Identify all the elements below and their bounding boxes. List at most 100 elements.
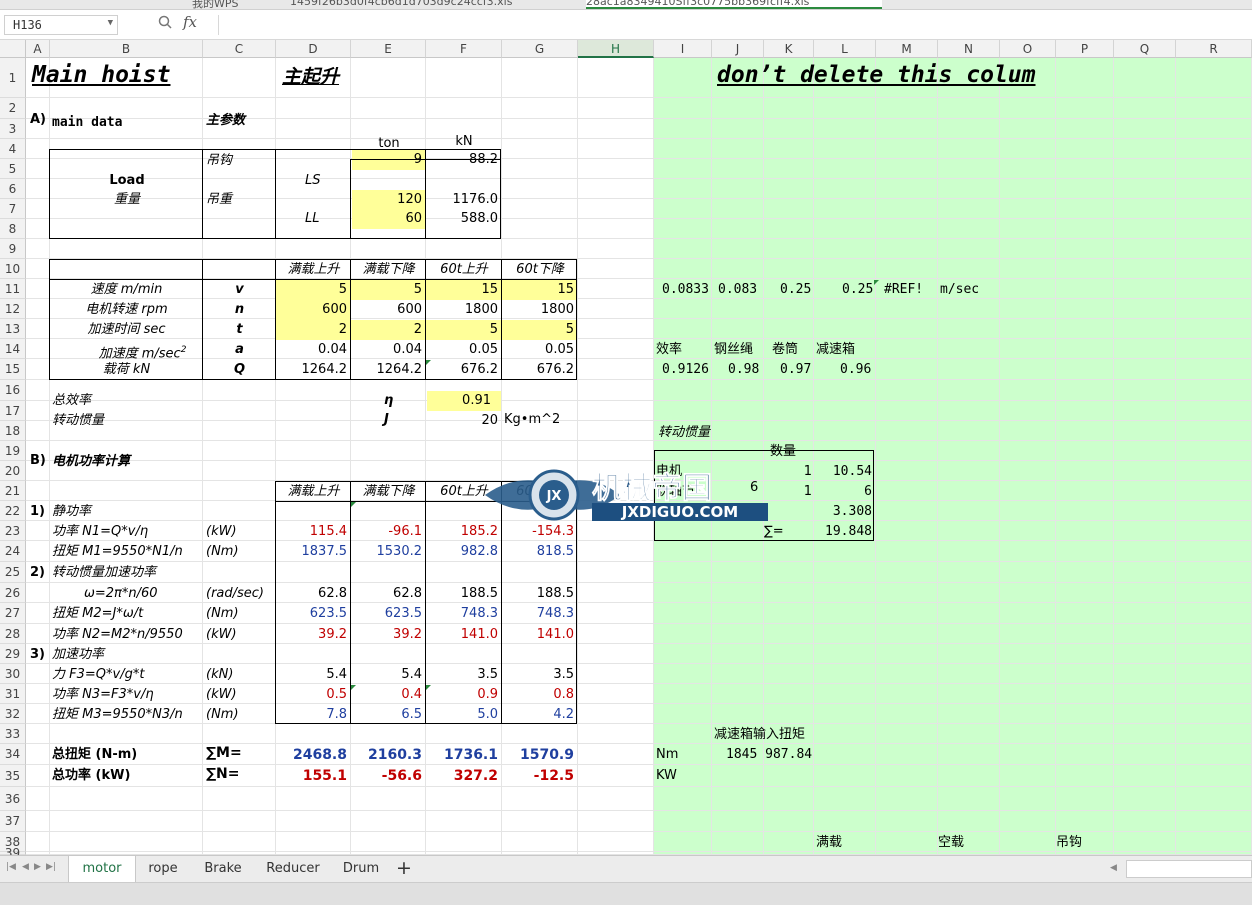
- m2-value-1[interactable]: 623.5: [351, 604, 425, 624]
- n3-value-2[interactable]: 0.9: [426, 685, 501, 705]
- column-header-e[interactable]: E: [351, 40, 426, 58]
- row-header-31[interactable]: 31: [0, 684, 26, 704]
- row-header-22[interactable]: 22: [0, 501, 26, 521]
- column-header-c[interactable]: C: [203, 40, 276, 58]
- row-header-28[interactable]: 28: [0, 624, 26, 644]
- load-label[interactable]: Load: [52, 171, 202, 191]
- m2-unit[interactable]: (Nm): [206, 604, 239, 624]
- helper-r15-1[interactable]: 0.98: [728, 360, 759, 380]
- m2-value-0[interactable]: 623.5: [276, 604, 350, 624]
- p1-value-3[interactable]: -154.3: [502, 522, 577, 542]
- row-header-29[interactable]: 29: [0, 644, 26, 664]
- efficiency-symbol[interactable]: η: [384, 391, 393, 411]
- hook-ton[interactable]: 9: [352, 150, 426, 170]
- static-power-title[interactable]: 静功率: [52, 502, 91, 522]
- row-header-11[interactable]: 11: [0, 279, 26, 299]
- p1-value-2[interactable]: 185.2: [426, 522, 501, 542]
- helper-nm-label[interactable]: Nm: [656, 745, 678, 765]
- row-header-37[interactable]: 37: [0, 811, 26, 832]
- f3-value-2[interactable]: 3.5: [426, 665, 501, 685]
- helper-r11-4[interactable]: #REF!: [884, 280, 923, 300]
- n3-value-1[interactable]: 0.4: [351, 685, 425, 705]
- param-value-4-0[interactable]: 1264.2: [276, 360, 350, 380]
- param-label-1[interactable]: 电机转速 rpm: [50, 300, 203, 320]
- param-label-2[interactable]: 加速时间 sec: [50, 320, 203, 340]
- weight-ton[interactable]: 120: [352, 190, 426, 210]
- inertia-symbol[interactable]: J: [384, 410, 389, 430]
- row-header-32[interactable]: 32: [0, 704, 26, 724]
- m3-value-2[interactable]: 5.0: [426, 705, 501, 725]
- helper-item-name-2[interactable]: 其他: [656, 502, 682, 522]
- param-label-0[interactable]: 速度 m/min: [50, 280, 203, 300]
- main-hoist-title[interactable]: Main hoist: [32, 60, 170, 90]
- ll-ton[interactable]: 60: [352, 209, 426, 229]
- name-box[interactable]: H136 ▼: [4, 15, 118, 35]
- m3-value-1[interactable]: 6.5: [351, 705, 425, 725]
- main-data-cn-label[interactable]: 主参数: [206, 111, 245, 131]
- next-sheet-icon[interactable]: ▶: [34, 862, 41, 872]
- horizontal-scrollbar[interactable]: [1126, 860, 1252, 878]
- param-symbol-0[interactable]: v: [203, 280, 276, 300]
- power-header-3[interactable]: 60t下降: [502, 482, 578, 502]
- row-header-13[interactable]: 13: [0, 319, 26, 339]
- row-header-16[interactable]: 16: [0, 380, 26, 401]
- row-header-4[interactable]: 4: [0, 139, 26, 159]
- inertia-power-num[interactable]: 2): [30, 563, 45, 583]
- helper-r11-2[interactable]: 0.25: [780, 280, 811, 300]
- row-header-27[interactable]: 27: [0, 603, 26, 624]
- total_torque-value-2[interactable]: 1736.1: [426, 745, 501, 765]
- row-header-18[interactable]: 18: [0, 421, 26, 441]
- param-value-3-1[interactable]: 0.04: [351, 340, 425, 360]
- column-header-a[interactable]: A: [26, 40, 50, 58]
- row-header-19[interactable]: 19: [0, 441, 26, 461]
- p1-unit[interactable]: (kW): [206, 522, 237, 542]
- param-symbol-2[interactable]: t: [203, 320, 276, 340]
- w-unit[interactable]: (rad/sec): [206, 584, 264, 604]
- chevron-down-icon[interactable]: ▼: [108, 18, 113, 28]
- param-value-0-0[interactable]: 5: [276, 280, 350, 300]
- param-value-1-3[interactable]: 1800: [502, 300, 577, 320]
- column-header-f[interactable]: F: [426, 40, 502, 58]
- n2-value-0[interactable]: 39.2: [276, 625, 350, 645]
- function-icon[interactable]: fx: [183, 13, 197, 31]
- total_power-value-3[interactable]: -12.5: [502, 766, 577, 786]
- inertia-value[interactable]: 20: [427, 411, 501, 431]
- helper-kw-label[interactable]: KW: [656, 766, 677, 786]
- total_torque-value-0[interactable]: 2468.8: [276, 745, 350, 765]
- m1-value-3[interactable]: 818.5: [502, 542, 577, 562]
- m1-value-1[interactable]: 1530.2: [351, 542, 425, 562]
- param-value-1-0[interactable]: 600: [276, 300, 350, 320]
- helper-item-qty-1[interactable]: 1: [776, 482, 812, 502]
- f3-value-0[interactable]: 5.4: [276, 665, 350, 685]
- first-sheet-icon[interactable]: |◀: [6, 862, 16, 872]
- section-b-label[interactable]: B): [30, 451, 46, 471]
- ll-label[interactable]: LL: [305, 209, 320, 229]
- total_torque-label[interactable]: 总扭矩 (N-m): [52, 745, 137, 765]
- row-header-2[interactable]: 2: [0, 98, 26, 119]
- inertia-unit[interactable]: Kg•m^2: [504, 410, 560, 430]
- helper-torque-title[interactable]: 减速箱输入扭矩: [714, 725, 805, 745]
- row-header-10[interactable]: 10: [0, 259, 26, 279]
- lift-weight-label[interactable]: 吊重: [206, 190, 232, 210]
- w-value-2[interactable]: 188.5: [426, 584, 501, 604]
- param-symbol-3[interactable]: a: [203, 340, 276, 360]
- param-value-1-2[interactable]: 1800: [426, 300, 501, 320]
- p1-label[interactable]: 功率 N1=Q*v/η: [52, 522, 148, 542]
- zoom-icon[interactable]: [158, 15, 172, 33]
- param-value-2-0[interactable]: 2: [276, 320, 350, 340]
- efficiency-value[interactable]: 0.91: [427, 391, 501, 411]
- row-header-20[interactable]: 20: [0, 461, 26, 481]
- param-header-3[interactable]: 60t下降: [502, 260, 578, 280]
- helper-r38-0[interactable]: 满载: [816, 833, 842, 853]
- helper-r15-0[interactable]: 0.9126: [662, 360, 709, 380]
- param-value-4-1[interactable]: 1264.2: [351, 360, 425, 380]
- helper-item-name-1[interactable]: 联轴节: [656, 482, 695, 502]
- m1-value-2[interactable]: 982.8: [426, 542, 501, 562]
- add-sheet-button[interactable]: +: [396, 857, 412, 879]
- column-header-b[interactable]: B: [50, 40, 203, 58]
- n2-unit[interactable]: (kW): [206, 625, 237, 645]
- helper-sum-label[interactable]: ∑=: [764, 522, 784, 542]
- dont-delete-note[interactable]: don’t delete this colum: [717, 60, 1036, 90]
- row-header-24[interactable]: 24: [0, 541, 26, 562]
- row-header-14[interactable]: 14: [0, 339, 26, 359]
